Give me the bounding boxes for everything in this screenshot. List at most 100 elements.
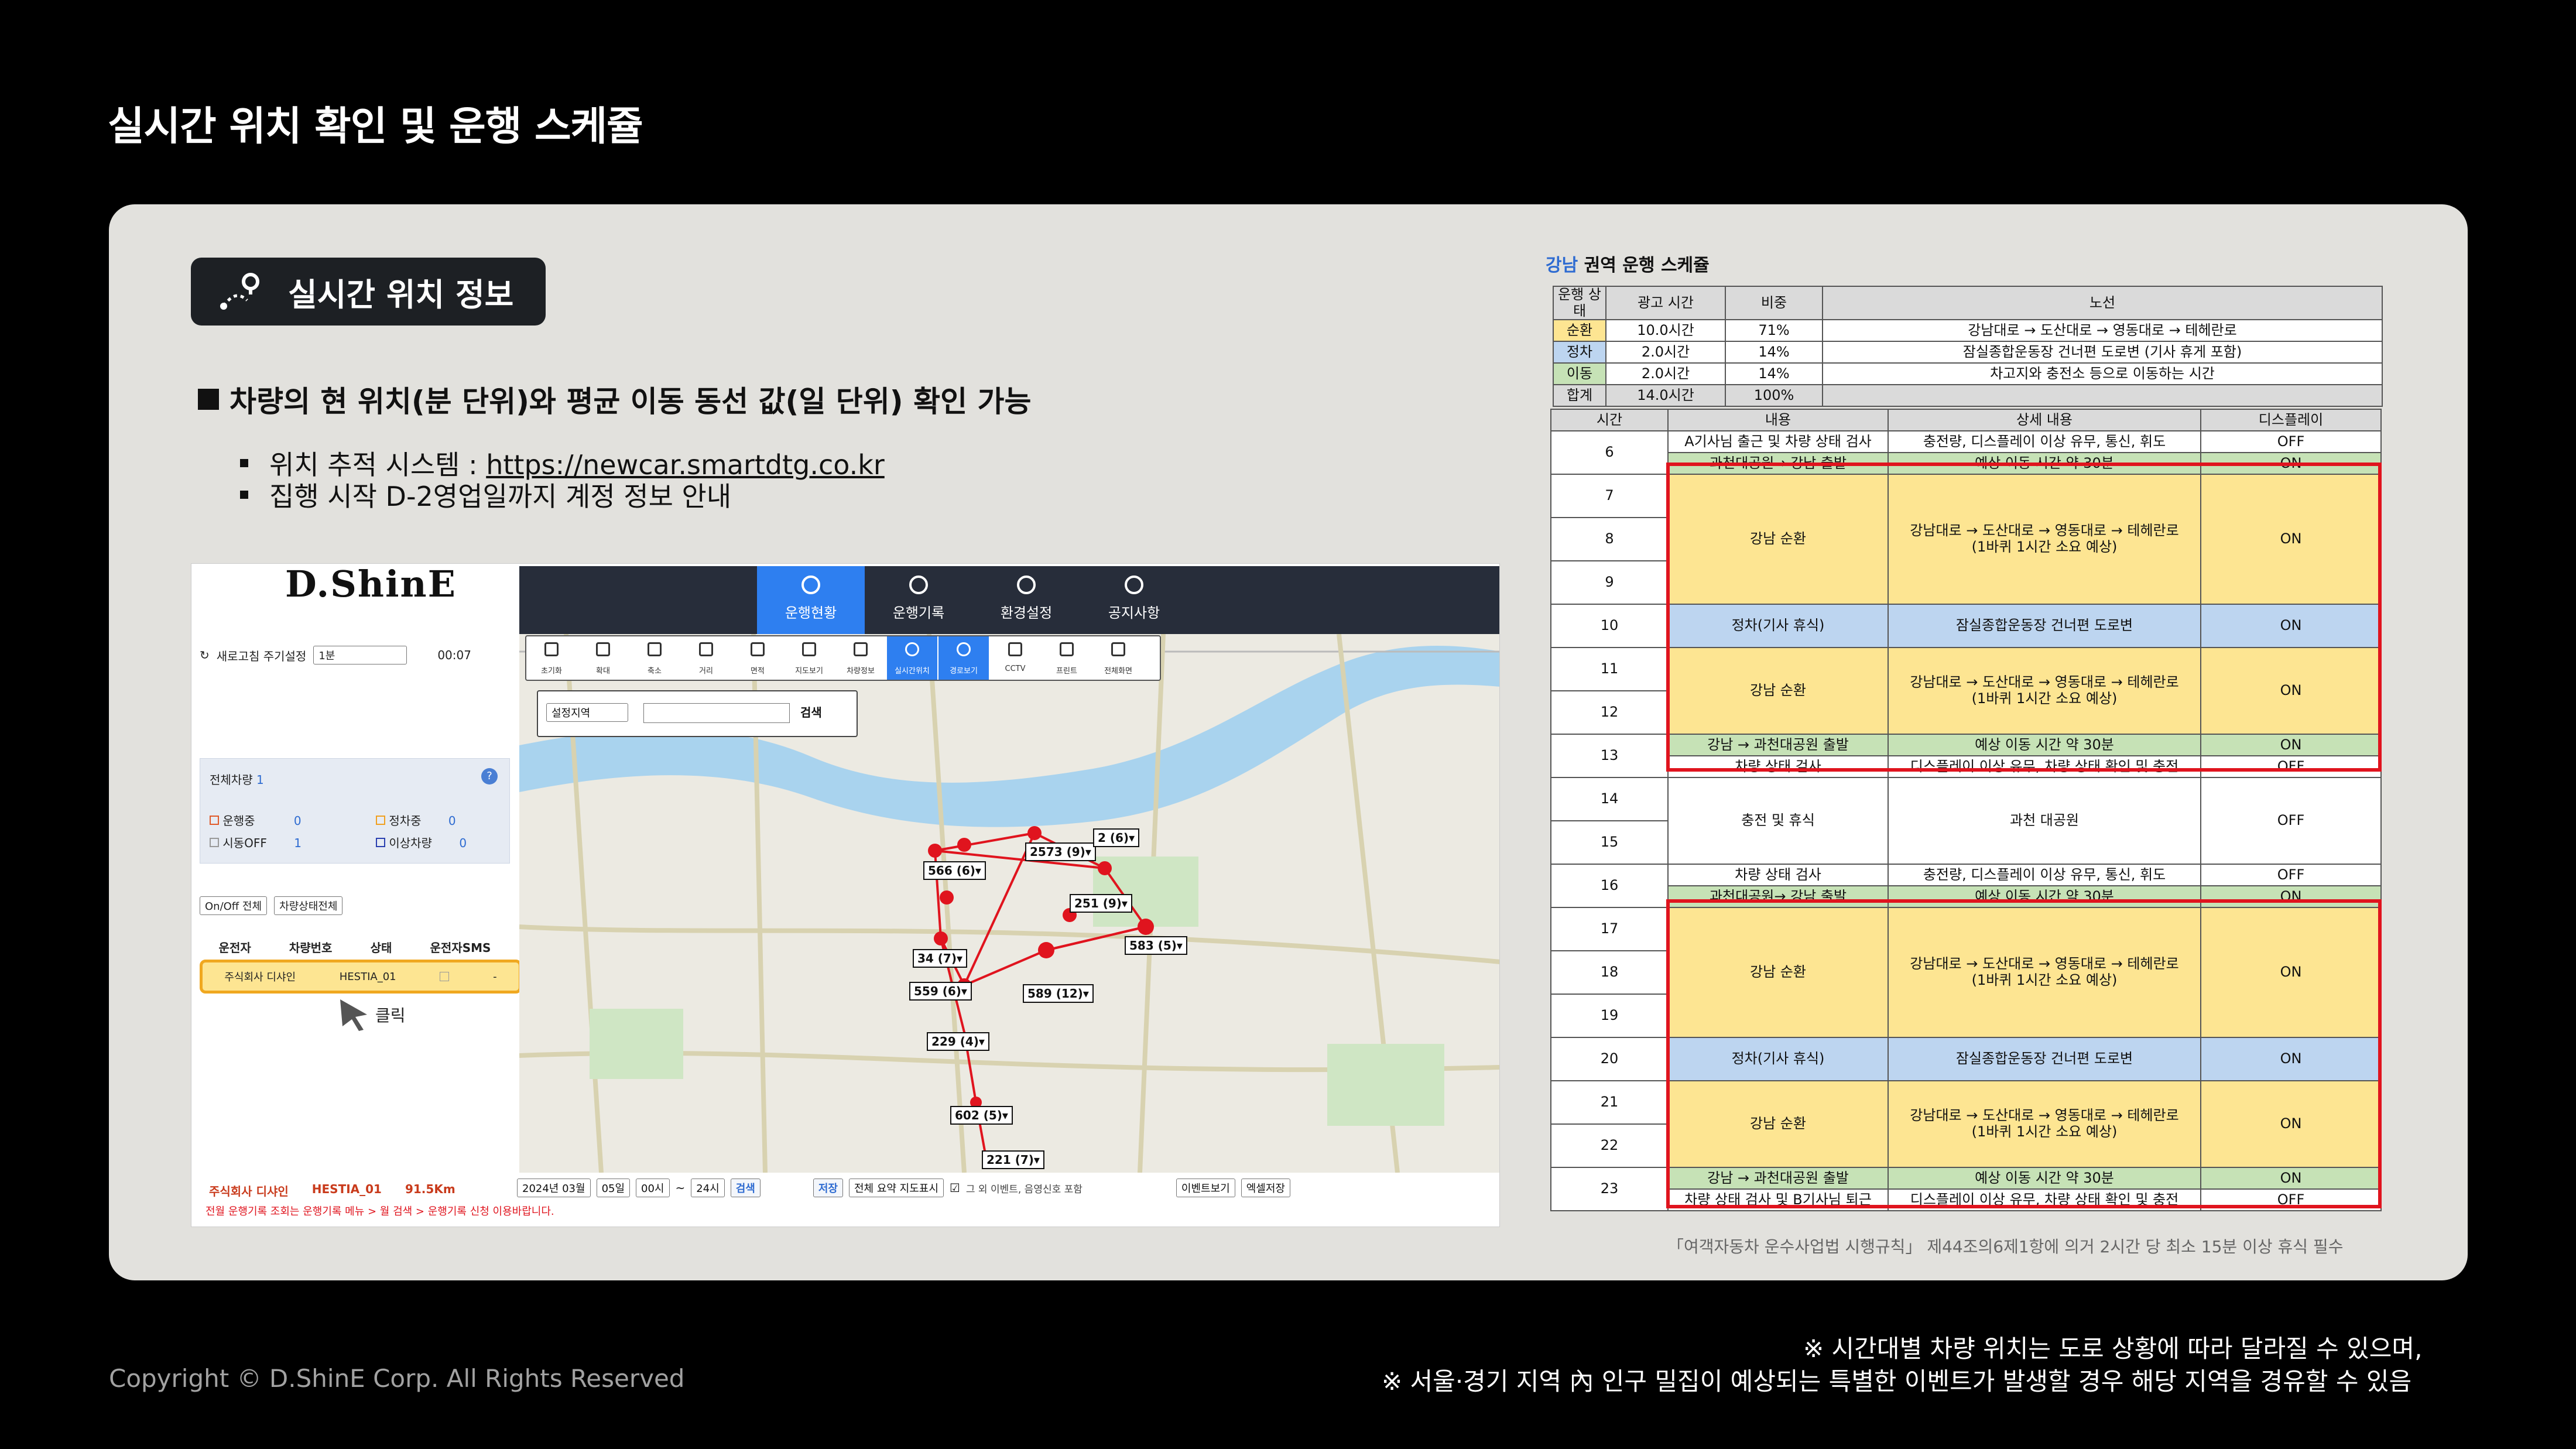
schedule-summary-table: 운행 상태 광고 시간 비중 노선 순환 10.0시간 71% 강남대로 → 도산대로…	[1553, 285, 2383, 407]
tool-area[interactable]: 면적	[732, 636, 783, 680]
detail-cell: 예상 이동 시간 약 30분	[1888, 734, 2201, 756]
summary-select[interactable]: 전체 요약 지도표시	[848, 1179, 944, 1197]
nav-tab-label: 환경설정	[1000, 605, 1053, 621]
table-row: 23 강남 → 과천대공원 출발 예상 이동 시간 약 30분 ON	[1550, 1167, 2382, 1211]
ratio-cell: 14%	[1725, 341, 1823, 364]
tool-zoom-in[interactable]: 확대	[578, 636, 628, 680]
vehicle-label[interactable]: 229 (4)▾	[927, 1032, 989, 1051]
event-view-button[interactable]: 이벤트보기	[1176, 1179, 1235, 1197]
nav-tab-records[interactable]: 운행기록	[865, 566, 972, 634]
tool-map-view[interactable]: 지도보기	[784, 636, 834, 680]
bullet-dot-icon	[240, 491, 248, 499]
refresh-interval-select[interactable]: 1분	[313, 646, 407, 664]
schedule-title-text: 권역 운행 스케쥴	[1584, 255, 1710, 276]
content-cell: 과천대공원→ 강남 출발	[1667, 452, 1889, 475]
law-note: 「여객자동차 운수사업법 시행규칙」 제44조의6제1항에 의거 2시간 당 최…	[1667, 1237, 2344, 1256]
hour-cell: 14	[1550, 777, 1669, 821]
tool-reset[interactable]: 초기화	[526, 636, 577, 680]
include-events-checkbox[interactable]: ☑	[950, 1181, 960, 1195]
nav-tab-label: 공지사항	[1108, 605, 1160, 621]
row-sms: -	[493, 970, 497, 983]
vehicle-label[interactable]: 2 (6)▾	[1093, 828, 1140, 847]
state-cell: 순환	[1553, 319, 1606, 342]
detail-cell: 잠실종합운동장 건너편 도로변	[1888, 1037, 2201, 1081]
tool-zoom-out[interactable]: 축소	[629, 636, 680, 680]
nav-tab-settings[interactable]: 환경설정	[972, 566, 1080, 634]
year-month-select[interactable]: 2024년 03월	[517, 1179, 591, 1197]
map-search-button[interactable]: 검색	[800, 703, 822, 720]
table-row: 20 정차(기사 휴식) 잠실종합운동장 건너편 도로변 ON	[1550, 1037, 2382, 1081]
map-view[interactable]: 초기화 확대 축소 거리 면적 지도보기 차량정보 실시간위치 경로보기 CCT…	[519, 634, 1499, 1173]
tool-route[interactable]: 경로보기	[938, 636, 989, 680]
hour-cell: 23	[1550, 1167, 1669, 1211]
table-row: 10 정차(기사 휴식) 잠실종합운동장 건너편 도로변 ON	[1550, 604, 2382, 648]
vehicle-label[interactable]: 583 (5)▾	[1125, 936, 1187, 955]
table-row: 11 강남 순환 강남대로 → 도산대로 → 영동대로 → 테헤란로 (1바퀴 1시…	[1550, 647, 2382, 735]
nav-tab-status[interactable]: 운행현황	[757, 566, 865, 634]
table-row: 과천대공원→ 강남 출발 예상 이동 시간 약 30분 ON	[1551, 885, 2382, 908]
route-pin-icon	[957, 642, 971, 656]
refresh-icon[interactable]: ↻	[200, 648, 210, 662]
tool-print[interactable]: 프린트	[1042, 636, 1092, 680]
vehicle-label[interactable]: 2573 (9)▾	[1025, 842, 1096, 861]
vehicle-label[interactable]: 221 (7)▾	[982, 1150, 1044, 1169]
hour-cell: 15	[1550, 820, 1669, 865]
table-row: 합계 14.0시간 100%	[1553, 384, 2383, 407]
table-header-row: 운행 상태 광고 시간 비중 노선	[1553, 285, 2383, 321]
detail-cell: 예상 이동 시간 약 30분	[1888, 885, 2201, 908]
vehicle-label[interactable]: 566 (6)▾	[923, 861, 986, 880]
vehicle-label[interactable]: 251 (9)▾	[1070, 894, 1132, 913]
hour-cell: 21	[1550, 1080, 1669, 1125]
day-select[interactable]: 05일	[596, 1179, 631, 1197]
vehicle-table-header: 운전자 차량번호 상태 운전자SMS	[200, 938, 510, 955]
hour-cell: 22	[1550, 1123, 1669, 1168]
to-hour-select[interactable]: 24시	[691, 1179, 725, 1197]
vehicle-label[interactable]: 559 (6)▾	[909, 982, 972, 1001]
footnote: ※ 서울·경기 지역 內 인구 밀집이 예상되는 특별한 이벤트가 발생할 경우…	[1382, 1367, 2412, 1396]
display-cell: ON	[2200, 734, 2382, 756]
vehicle-stats-box: 전체차량 1 ? 운행중 0 정차중 0 시동OFF 1 이상차량 0	[200, 758, 510, 864]
hour-cell: 18	[1550, 950, 1669, 995]
status-abnormal[interactable]: 이상차량 0	[376, 834, 467, 851]
tool-vehicle-info[interactable]: 차량정보	[835, 636, 886, 680]
main-nav: 운행현황 운행기록 환경설정 공지사항	[519, 566, 1499, 634]
tool-distance[interactable]: 거리	[681, 636, 731, 680]
tool-realtime[interactable]: 실시간위치	[887, 636, 937, 680]
region-select[interactable]: 설정지역	[546, 703, 628, 722]
bell-icon	[1125, 576, 1143, 594]
detail-cell: 강남대로 → 도산대로 → 영동대로 → 테헤란로 (1바퀴 1시간 소요 예상…	[1888, 647, 2201, 735]
location-route-icon	[220, 273, 259, 310]
time-cell: 10.0시간	[1605, 319, 1726, 342]
status-stopped[interactable]: 정차중 0	[376, 811, 456, 828]
display-cell: OFF	[2200, 430, 2382, 453]
route-search-button[interactable]: 검색	[730, 1179, 761, 1197]
map-search-input[interactable]	[643, 703, 790, 723]
refresh-timer: 00:07	[437, 648, 471, 662]
status-engine-off[interactable]: 시동OFF 1	[210, 834, 302, 851]
schedule-detail-table: 시간 내용 상세 내용 디스플레이 6 A기사님 출근 및 차량 상태 검사 충전량, 디…	[1550, 409, 2382, 1211]
status-filter-select[interactable]: 차량상태전체	[274, 896, 343, 915]
onoff-filter-select[interactable]: On/Off 전체	[200, 896, 268, 915]
status-moving[interactable]: 운행중 0	[210, 811, 302, 828]
table-row[interactable]: 주식회사 디샤인 HESTIA_01 -	[200, 960, 522, 994]
table-row: 차량 상태 검사 디스플레이 이상 유무, 차량 상태 확인 및 충전 OFF	[1551, 755, 2382, 778]
tool-fullscreen[interactable]: 전체화면	[1093, 636, 1143, 680]
fullscreen-icon	[1111, 642, 1125, 656]
from-hour-select[interactable]: 00시	[636, 1179, 670, 1197]
vehicle-label[interactable]: 34 (7)▾	[913, 949, 968, 968]
detail-cell: 디스플레이 이상 유무, 차량 상태 확인 및 충전	[1888, 1188, 2201, 1211]
table-row: 6 A기사님 출근 및 차량 상태 검사 충전량, 디스플레이 이상 유무, 통신,…	[1550, 430, 2382, 475]
col-header: 차량번호	[289, 941, 333, 955]
excel-save-button[interactable]: 엑셀저장	[1241, 1179, 1290, 1197]
save-button[interactable]: 저장	[813, 1179, 843, 1197]
route-cell: 차고지와 충전소 등으로 이동하는 시간	[1822, 362, 2383, 386]
copyright: Copyright © D.ShinE Corp. All Rights Res…	[109, 1364, 685, 1393]
tool-cctv[interactable]: CCTV	[990, 636, 1040, 680]
nav-tab-notice[interactable]: 공지사항	[1080, 566, 1188, 634]
help-icon[interactable]: ?	[481, 768, 498, 785]
vehicle-label[interactable]: 602 (5)▾	[950, 1106, 1013, 1125]
cctv-icon	[1008, 642, 1022, 656]
detail-cell: 강남대로 → 도산대로 → 영동대로 → 테헤란로 (1바퀴 1시간 소요 예상…	[1888, 474, 2201, 605]
printer-icon	[1060, 642, 1074, 656]
vehicle-label[interactable]: 589 (12)▾	[1023, 984, 1094, 1003]
